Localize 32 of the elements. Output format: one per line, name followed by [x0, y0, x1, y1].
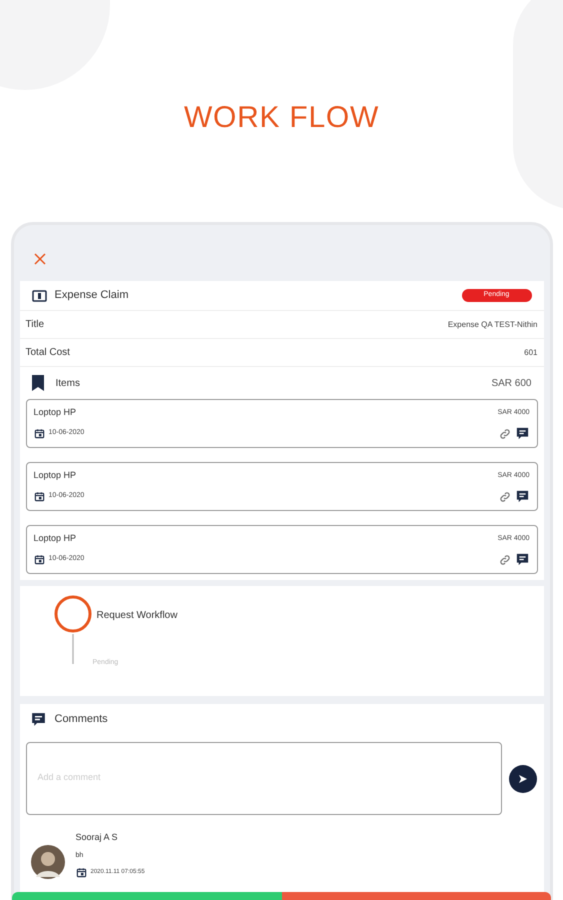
link-icon[interactable] — [498, 554, 510, 566]
items-total: SAR 600 — [491, 376, 532, 390]
item-name: Loptop HP — [34, 469, 76, 482]
calendar-icon — [34, 491, 44, 502]
comment-icon — [514, 489, 530, 504]
comment-author: Sooraj A S — [76, 831, 119, 844]
close-button[interactable] — [34, 253, 46, 265]
page-heading: WORK FLOW — [184, 100, 380, 136]
link-icon[interactable] — [498, 428, 510, 440]
comments-title: Comments — [54, 712, 108, 727]
banknote-icon — [32, 290, 46, 302]
workflow-title: Request Workflow — [96, 609, 178, 623]
send-button[interactable] — [508, 764, 536, 792]
bookmark-icon — [32, 375, 44, 391]
avatar — [30, 845, 64, 879]
field-label: Title — [26, 318, 44, 332]
items-label: Items — [56, 376, 80, 390]
calendar-icon — [34, 428, 44, 439]
comment-icon — [514, 552, 530, 567]
calendar-icon — [34, 554, 44, 565]
calendar-icon — [76, 867, 86, 878]
field-value: Expense QA TEST-Nithin — [448, 318, 538, 330]
field-value: 601 — [524, 346, 538, 358]
step-icon — [52, 594, 92, 664]
claim-title: Expense Claim — [54, 288, 128, 304]
send-icon — [518, 774, 528, 784]
item-name: Loptop HP — [34, 532, 76, 545]
field-label: Total Cost — [26, 346, 70, 360]
comment-icon — [30, 710, 46, 728]
item-name: Loptop HP — [34, 406, 76, 419]
link-icon[interactable] — [498, 490, 510, 502]
comment-icon — [514, 426, 530, 441]
